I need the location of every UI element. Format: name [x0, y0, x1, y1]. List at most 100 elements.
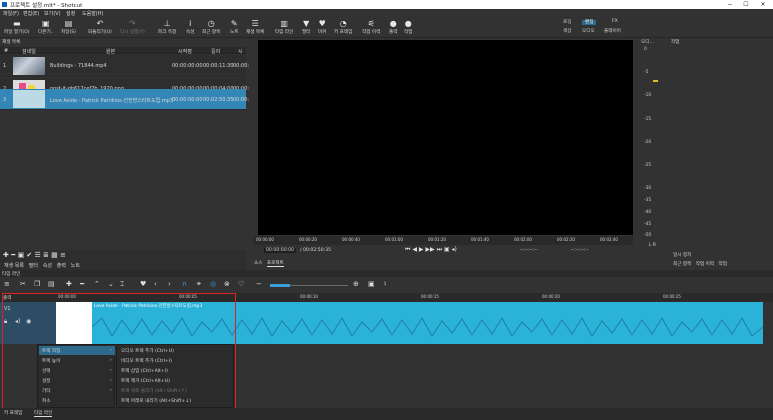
append-icon[interactable]: ✚ — [66, 280, 72, 288]
next-marker-icon[interactable]: › — [168, 280, 171, 288]
layout-color[interactable]: 색상 — [563, 28, 571, 34]
skip-start-icon[interactable]: ⏮ — [405, 246, 410, 253]
playlist-row[interactable]: 1 Buildings - 71844.mp4 00:00:00:00 00:0… — [0, 55, 249, 77]
video-player[interactable] — [258, 40, 633, 235]
list-view-icon[interactable]: ☰ — [35, 251, 41, 259]
zoom-out-icon[interactable]: − — [256, 280, 262, 288]
add-icon[interactable]: ✚ — [3, 251, 9, 259]
layout-logging[interactable]: 로깅 — [563, 19, 571, 25]
col-number[interactable]: # — [4, 48, 8, 54]
menu-settings[interactable]: 설정 — [66, 10, 75, 17]
tab-filter[interactable]: 필터 — [29, 263, 38, 269]
save-button[interactable]: ▤ 저장(S) — [61, 19, 76, 35]
history-button[interactable]: ⚟ 작업 이력 — [362, 19, 380, 35]
playlist-button[interactable]: ☰ 재생 목록 — [246, 19, 264, 35]
lift-icon[interactable]: ⌃ — [94, 280, 100, 288]
open-other-button[interactable]: ▣ 다른기.. — [38, 19, 54, 35]
pause-jobs-button[interactable]: 일시 정지 — [673, 252, 691, 258]
tab-source[interactable]: 소스 — [254, 261, 262, 266]
playlist-title: 재생 목록 — [2, 40, 21, 45]
tab-recent[interactable]: 최근 항목 — [673, 262, 691, 267]
playlist-footer: ✚ ━ ▣ ✔ ☰ ≣ ▦ ≡ 재생 목록 필터 속성 출력 노트 — [0, 250, 246, 270]
rewind-icon[interactable]: ◀ — [412, 246, 417, 253]
minimize-button[interactable]: − — [722, 0, 738, 9]
tab-timeline[interactable]: 타임 라인 — [34, 410, 53, 417]
remove-icon[interactable]: ━ — [11, 251, 15, 259]
toggle-zoom-icon[interactable]: ▣ — [444, 246, 450, 253]
detail-view-icon[interactable]: ≣ — [43, 251, 49, 259]
export-button[interactable]: ● 출력 — [389, 19, 397, 35]
redo-icon: ↷ — [129, 19, 136, 28]
recent-button[interactable]: ◷ 최근 항목 — [202, 19, 220, 35]
menu-file[interactable]: 파일(F) — [3, 10, 19, 17]
play-icon[interactable]: ▶ — [419, 246, 424, 253]
check-icon[interactable]: ✔ — [26, 251, 32, 259]
zoom-fit-icon[interactable]: ▣ — [368, 280, 375, 288]
zoom-in-icon[interactable]: ⊕ — [353, 280, 359, 288]
tab-export[interactable]: 출력 — [57, 263, 66, 269]
tab-project[interactable]: 프로젝트 — [266, 261, 284, 267]
menu-icon[interactable]: ≡ — [60, 251, 66, 259]
menu-edit[interactable]: 편집(E) — [23, 10, 39, 17]
jobs-button[interactable]: ● 작업 — [404, 19, 412, 35]
layout-fx[interactable]: FX — [612, 19, 618, 24]
overwrite-icon[interactable]: ⌄ — [108, 280, 114, 288]
title-bar: 프로젝트 설정.mlt* - Shotcut − ☐ ✕ — [0, 0, 773, 9]
tab-properties[interactable]: 속성 — [43, 263, 52, 269]
menu-help[interactable]: 도움말(H) — [82, 10, 103, 17]
update-icon[interactable]: ▣ — [18, 251, 25, 259]
maximize-button[interactable]: ☐ — [738, 0, 754, 9]
col-start[interactable]: 시 — [238, 48, 243, 55]
tab-jobs[interactable]: 작업 — [719, 262, 727, 267]
record-audio-icon[interactable]: ♮ — [384, 280, 387, 288]
paste-icon[interactable]: ▤ — [48, 280, 55, 288]
copy-icon[interactable]: ❐ — [34, 280, 40, 288]
properties-button[interactable]: i 속성 — [186, 19, 194, 35]
folder-open-icon: ▬ — [13, 19, 21, 28]
marker-button[interactable]: ♥ 마커 — [318, 19, 326, 35]
notes-button[interactable]: ✎ 노트 — [230, 19, 238, 35]
keyframe-button[interactable]: ◔ 키 프레임 — [334, 19, 352, 35]
tab-history[interactable]: 작업 이력 — [696, 262, 714, 267]
col-in[interactable]: 시작점 — [178, 48, 192, 55]
ripple-delete-icon[interactable]: ━ — [80, 280, 84, 288]
layout-audio[interactable]: 오디오 — [582, 28, 595, 34]
skip-end-icon[interactable]: ⏭ — [437, 246, 442, 253]
undo-button[interactable]: ↶ 되돌리기(U) — [88, 19, 112, 35]
scrub-icon[interactable]: ⚭ — [196, 280, 202, 288]
player-ruler[interactable]: 00:00:00 00:00:20 00:00:40 00:01:00 00:0… — [253, 236, 633, 245]
fast-forward-icon[interactable]: ▶▶ — [425, 246, 434, 253]
icon-view-icon[interactable]: ▦ — [51, 251, 58, 259]
cut-icon[interactable]: ✂ — [20, 280, 26, 288]
prev-marker-icon[interactable]: ‹ — [154, 280, 157, 288]
layout-player[interactable]: 플레이어 — [604, 28, 621, 34]
filter-button[interactable]: ▼ 필터 — [302, 19, 310, 35]
timeline-menu-icon[interactable]: ≡ — [4, 280, 10, 288]
ripple-icon[interactable]: ◎ — [210, 280, 216, 288]
menu-view[interactable]: 보기(V) — [44, 10, 61, 17]
playlist-icon: ☰ — [251, 19, 259, 28]
ripple-markers-icon[interactable]: ♡ — [238, 280, 244, 288]
timeline-button[interactable]: ▥ 타임 라인 — [275, 19, 293, 35]
bottom-tabs: 키 프레임 타임 라인 — [0, 408, 773, 420]
layout-editing[interactable]: 편집 — [582, 19, 597, 25]
ripple-all-icon[interactable]: ⊗ — [224, 280, 230, 288]
tab-keyframes[interactable]: 키 프레임 — [4, 410, 22, 416]
out-point: --:--:--:-- — [571, 248, 589, 253]
tab-playlist[interactable]: 재생 목록 — [4, 263, 24, 269]
col-source[interactable]: 원본 — [106, 48, 115, 55]
col-thumbnail[interactable]: 섬네일 — [22, 48, 36, 55]
peak-meter-button[interactable]: ⊥ 피크 측정 — [158, 19, 176, 35]
timecode-field[interactable]: 00:00:00:00 — [264, 248, 297, 253]
snap-icon[interactable]: ∩ — [182, 280, 187, 288]
close-button[interactable]: ✕ — [755, 0, 771, 9]
playlist-row-selected[interactable]: 3 Love Aside - Patrick Patrikios-진한방스타트도… — [0, 89, 249, 110]
split-icon[interactable]: ⌶ — [120, 280, 124, 289]
tab-notes[interactable]: 노트 — [71, 263, 80, 269]
playlist-actions: ✚ ━ ▣ ✔ ☰ ≣ ▦ ≡ — [3, 251, 66, 259]
col-duration[interactable]: 길이 — [211, 48, 220, 55]
redo-button[interactable]: ↷ 다시 실행(Y) — [120, 19, 145, 35]
volume-icon[interactable]: ◂) — [452, 246, 457, 253]
marker-add-icon[interactable]: ♥ — [140, 280, 146, 288]
open-file-button[interactable]: ▬ 파일 열기(O) — [4, 19, 30, 35]
